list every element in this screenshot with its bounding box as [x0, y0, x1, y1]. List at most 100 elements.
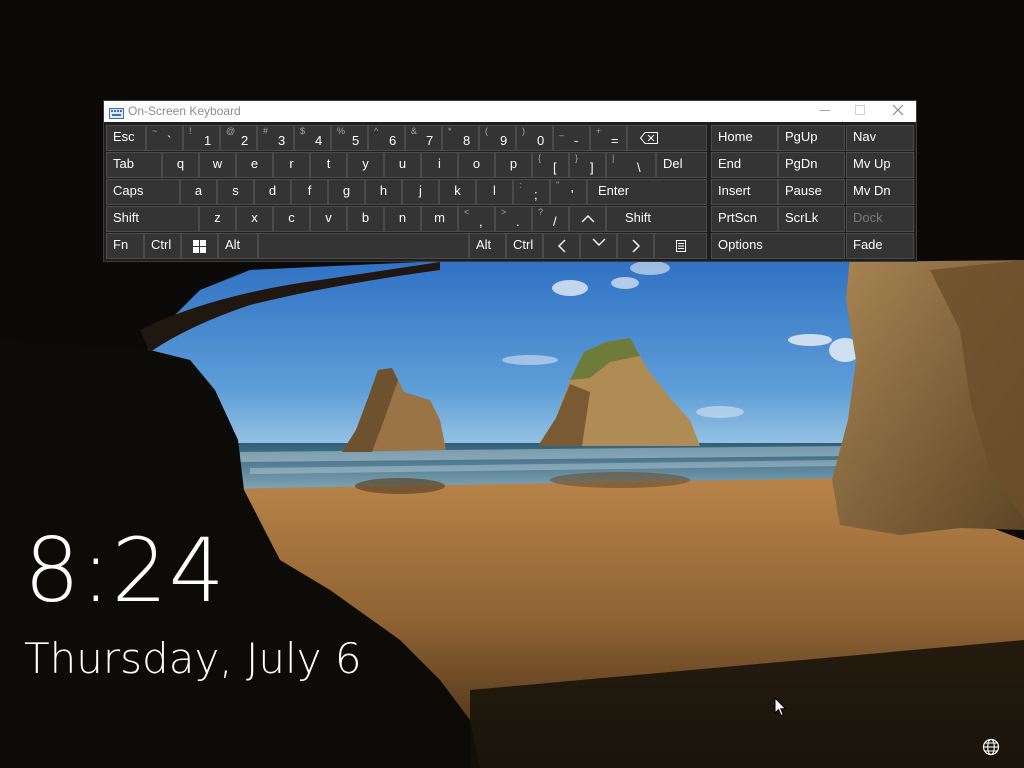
key-u[interactable]: u	[384, 152, 421, 178]
maximize-icon	[855, 105, 865, 115]
windows-logo-icon	[182, 234, 217, 258]
key-s[interactable]: s	[217, 179, 254, 205]
key-arrow-down[interactable]	[580, 233, 617, 259]
key-9[interactable]: (9	[479, 125, 516, 151]
key-shift-left[interactable]: Shift	[106, 206, 199, 232]
key-j[interactable]: j	[402, 179, 439, 205]
key-n[interactable]: n	[384, 206, 421, 232]
key-0[interactable]: ) 0	[516, 125, 553, 151]
key-comma[interactable]: <,	[458, 206, 495, 232]
key-shift-right[interactable]: Shift	[606, 206, 707, 232]
close-icon	[892, 104, 904, 116]
key-equals[interactable]: + =	[590, 125, 627, 151]
key-minus[interactable]: _ -	[553, 125, 590, 151]
key-a[interactable]: a	[180, 179, 217, 205]
key-alt-right[interactable]: Alt	[469, 233, 506, 259]
key-backtick[interactable]: ~ `	[146, 125, 183, 151]
key-pause[interactable]: Pause	[778, 179, 845, 205]
key-x[interactable]: x	[236, 206, 273, 232]
key-dock[interactable]: Dock	[846, 206, 914, 232]
close-button[interactable]	[880, 101, 916, 122]
key-semicolon[interactable]: :;	[513, 179, 550, 205]
key-2[interactable]: @2	[220, 125, 257, 151]
key-d[interactable]: d	[254, 179, 291, 205]
key-v[interactable]: v	[310, 206, 347, 232]
backspace-icon	[628, 126, 706, 150]
key-fade[interactable]: Fade	[846, 233, 914, 259]
key-tab[interactable]: Tab	[106, 152, 162, 178]
maximize-button[interactable]	[842, 101, 878, 122]
key-mv-dn[interactable]: Mv Dn	[846, 179, 914, 205]
key-prtscn[interactable]: PrtScn	[711, 206, 778, 232]
globe-network-icon[interactable]	[982, 738, 1000, 761]
key-arrow-left[interactable]	[543, 233, 580, 259]
key-arrow-up[interactable]	[569, 206, 606, 232]
key-z[interactable]: z	[199, 206, 236, 232]
key-r[interactable]: r	[273, 152, 310, 178]
on-screen-keyboard-window: On-Screen Keyboard Esc ~ ` ! 1 @2 #3 $4 % 5…	[104, 101, 916, 261]
key-ctrl-right[interactable]: Ctrl	[506, 233, 543, 259]
key-end[interactable]: End	[711, 152, 778, 178]
context-menu-icon	[655, 234, 706, 258]
key-enter[interactable]: Enter	[587, 179, 707, 205]
key-q[interactable]: q	[162, 152, 199, 178]
key-k[interactable]: k	[439, 179, 476, 205]
key-7[interactable]: & 7	[405, 125, 442, 151]
key-context-menu[interactable]	[654, 233, 707, 259]
key-fn[interactable]: Fn	[106, 233, 144, 259]
key-l[interactable]: l	[476, 179, 513, 205]
key-8[interactable]: * 8	[442, 125, 479, 151]
key-right-bracket[interactable]: }]	[569, 152, 606, 178]
key-p[interactable]: p	[495, 152, 532, 178]
key-backspace[interactable]	[627, 125, 707, 151]
key-g[interactable]: g	[328, 179, 365, 205]
key-w[interactable]: w	[199, 152, 236, 178]
key-caps[interactable]: Caps	[106, 179, 180, 205]
key-y[interactable]: y	[347, 152, 384, 178]
key-windows[interactable]	[181, 233, 218, 259]
key-f[interactable]: f	[291, 179, 328, 205]
key-space[interactable]	[258, 233, 469, 259]
key-options[interactable]: Options	[711, 233, 845, 259]
key-backslash[interactable]: | \	[606, 152, 656, 178]
key-1[interactable]: ! 1	[183, 125, 220, 151]
key-m[interactable]: m	[421, 206, 458, 232]
key-mv-up[interactable]: Mv Up	[846, 152, 914, 178]
key-quote[interactable]: " '	[550, 179, 587, 205]
window-titlebar[interactable]: On-Screen Keyboard	[104, 101, 916, 122]
key-left-bracket[interactable]: {[	[532, 152, 569, 178]
key-6[interactable]: ^ 6	[368, 125, 405, 151]
key-scrlk[interactable]: ScrLk	[778, 206, 845, 232]
key-4[interactable]: $4	[294, 125, 331, 151]
key-home[interactable]: Home	[711, 125, 778, 151]
minimize-button[interactable]	[807, 101, 843, 122]
key-nav[interactable]: Nav	[846, 125, 914, 151]
key-insert[interactable]: Insert	[711, 179, 778, 205]
key-arrow-right[interactable]	[617, 233, 654, 259]
key-period[interactable]: >.	[495, 206, 532, 232]
key-3[interactable]: #3	[257, 125, 294, 151]
arrow-left-icon	[544, 234, 579, 258]
key-t[interactable]: t	[310, 152, 347, 178]
key-i[interactable]: i	[421, 152, 458, 178]
arrow-up-icon	[570, 207, 605, 231]
key-c[interactable]: c	[273, 206, 310, 232]
keyboard-icon	[109, 106, 124, 124]
key-pgdn[interactable]: PgDn	[778, 152, 845, 178]
minimize-icon	[820, 110, 830, 111]
key-o[interactable]: o	[458, 152, 495, 178]
key-slash[interactable]: ? /	[532, 206, 569, 232]
key-e[interactable]: e	[236, 152, 273, 178]
key-5[interactable]: % 5	[331, 125, 368, 151]
key-b[interactable]: b	[347, 206, 384, 232]
key-ctrl-left[interactable]: Ctrl	[144, 233, 181, 259]
key-del[interactable]: Del	[656, 152, 707, 178]
mouse-pointer-icon	[774, 696, 787, 722]
arrow-right-icon	[618, 234, 653, 258]
key-alt-left[interactable]: Alt	[218, 233, 258, 259]
key-pgup[interactable]: PgUp	[778, 125, 845, 151]
lockscreen-date: Thursday, July 6	[24, 634, 362, 683]
window-title: On-Screen Keyboard	[128, 104, 241, 118]
key-esc[interactable]: Esc	[106, 125, 146, 151]
key-h[interactable]: h	[365, 179, 402, 205]
